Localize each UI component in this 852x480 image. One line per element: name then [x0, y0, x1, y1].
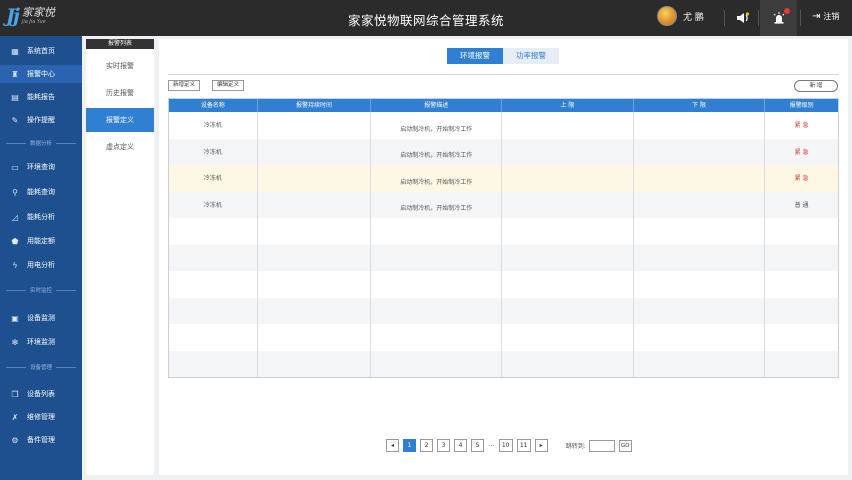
edit-definition-button[interactable]: 编辑定义	[212, 80, 245, 91]
go-button[interactable]: GO	[618, 439, 632, 452]
level-badge: 紧 急	[794, 175, 809, 182]
tab-environment-alarm[interactable]: 环境报警	[447, 48, 503, 64]
pagination-ellipsis: ···	[488, 441, 495, 450]
sidebar-item-device-monitor[interactable]: ▣ 设备监测	[0, 309, 82, 327]
jump-label: 跳转到:	[565, 443, 586, 450]
column-header[interactable]: 报警描述	[371, 99, 502, 112]
alarm-definition-table: 设备名称 报警持续时间 报警描述 上 限 下 限 报警级别 冷冻机 启动制冷机，…	[168, 98, 839, 378]
level-badge: 紧 急	[794, 122, 809, 129]
table-row[interactable]: 冷冻机 启动制冷机，开始制冷工作 紧 急	[169, 112, 838, 139]
snowflake-icon: ✻	[11, 337, 19, 347]
tab-bar: 环境报警 功率报警	[447, 48, 559, 64]
table-row[interactable]: 冷冻机 启动制冷机，开始制冷工作 紧 急	[169, 165, 838, 192]
submenu-title: 报警列表	[86, 39, 154, 49]
table-row[interactable]: 冷冻机 启动制冷机，开始制冷工作 紧 急	[169, 138, 838, 165]
logo-mark: Jj	[6, 5, 20, 27]
bolt-icon: ϟ	[12, 260, 18, 270]
sidebar-item-spare-parts[interactable]: ⚙ 备件管理	[0, 431, 82, 449]
table-row	[169, 244, 838, 271]
logout-label: 注销	[823, 12, 840, 21]
user-menu[interactable]: 尤 鹏	[657, 6, 704, 26]
page-button[interactable]: 11	[516, 439, 531, 452]
table-header: 设备名称 报警持续时间 报警描述 上 限 下 限 报警级别	[169, 99, 838, 112]
shield-icon: ⬟	[11, 236, 19, 246]
logout-icon: ⇥	[812, 11, 821, 22]
divider	[758, 10, 759, 26]
submenu-item-history-alarm[interactable]: 历史报警	[86, 81, 154, 105]
wrench-icon: ✎	[11, 115, 19, 125]
add-definition-button[interactable]: 新增定义	[168, 80, 201, 91]
speaker-icon[interactable]	[734, 9, 752, 27]
sidebar-item-alarm-center[interactable]: ♜ 报警中心	[0, 65, 82, 83]
prev-page-button[interactable]: ◂	[386, 439, 399, 452]
next-page-button[interactable]: ▸	[534, 439, 548, 452]
page-jump-input[interactable]	[588, 439, 615, 452]
sidebar: ▦ 系统首页 ♜ 报警中心 ▤ 能耗报告 ✎ 操作提醒 数据分析 ▭ 环境查询 …	[0, 36, 82, 480]
sidebar-group-data-analysis: 数据分析	[6, 138, 77, 148]
page-button[interactable]: 1	[403, 439, 416, 452]
user-name: 尤 鹏	[683, 12, 704, 23]
top-bar: Jj 家家悦 Jia Jia Yue 家家悦物联网综合管理系统 尤 鹏 ⇥ 注销	[0, 0, 852, 36]
submenu-item-alarm-definition[interactable]: 报警定义	[86, 108, 154, 132]
column-header[interactable]: 设备名称	[169, 99, 258, 112]
device-icon: ▣	[11, 313, 19, 323]
column-header[interactable]: 下 限	[634, 99, 766, 112]
parts-icon: ⚙	[11, 435, 19, 445]
grid-icon: ▦	[11, 46, 19, 56]
avatar	[657, 6, 677, 26]
submenu: 报警列表 实时报警 历史报警 报警定义 虚点定义	[86, 39, 154, 475]
logo-subtext: Jia Jia Yue	[21, 19, 46, 25]
divider	[724, 10, 725, 26]
divider	[800, 10, 801, 26]
table-row	[169, 218, 838, 245]
sidebar-item-environment-monitor[interactable]: ✻ 环境监测	[0, 333, 82, 351]
sidebar-item-power-analysis[interactable]: ϟ 用电分析	[0, 256, 82, 274]
search-icon: ⚲	[12, 187, 18, 197]
sidebar-item-energy-report[interactable]: ▤ 能耗报告	[0, 88, 82, 106]
divider	[168, 74, 839, 75]
page-button[interactable]: 5	[471, 439, 484, 452]
column-header[interactable]: 报警持续时间	[258, 99, 372, 112]
table-row	[169, 271, 838, 298]
sidebar-item-energy-analysis[interactable]: ◿ 能耗分析	[0, 208, 82, 226]
level-badge: 紧 急	[794, 148, 809, 156]
column-header[interactable]: 上 限	[502, 99, 634, 112]
sidebar-group-device-management: 设备管理	[6, 362, 77, 372]
sidebar-group-realtime-monitor: 实时监控	[6, 285, 77, 295]
logo-text: 家家悦	[21, 6, 55, 19]
main-panel: 环境报警 功率报警 新增定义 编辑定义 新 增 设备名称 报警持续时间 报警描述…	[159, 39, 848, 475]
sidebar-item-environment-query[interactable]: ▭ 环境查询	[0, 158, 82, 176]
submenu-item-realtime-alarm[interactable]: 实时报警	[86, 54, 154, 78]
sidebar-item-device-list[interactable]: ❐ 设备列表	[0, 385, 82, 403]
table-row	[169, 297, 838, 324]
level-badge: 普 通	[794, 201, 809, 209]
sidebar-item-energy-query[interactable]: ⚲ 能耗查询	[0, 183, 82, 201]
notification-badge	[784, 8, 790, 14]
new-button[interactable]: 新 增	[794, 80, 838, 92]
column-header[interactable]: 报警级别	[765, 99, 838, 112]
sidebar-item-maintenance[interactable]: ✗ 维修管理	[0, 408, 82, 426]
tab-power-alarm[interactable]: 功率报警	[503, 48, 559, 64]
submenu-item-virtual-point[interactable]: 虚点定义	[86, 135, 154, 159]
table-row[interactable]: 冷冻机 启动制冷机，开始制冷工作 普 通	[169, 191, 838, 218]
page-button[interactable]: 10	[498, 439, 513, 452]
report-icon: ▤	[11, 92, 19, 102]
alarm-icon: ♜	[11, 69, 19, 79]
logout-button[interactable]: ⇥ 注销	[812, 11, 839, 22]
tools-icon: ✗	[11, 412, 19, 422]
page-button[interactable]: 3	[437, 439, 450, 452]
table-row	[169, 324, 838, 351]
logo: Jj 家家悦 Jia Jia Yue	[6, 5, 55, 27]
pagination: ◂ 1 2 3 4 5 ··· 10 11 ▸ 跳转到: GO	[386, 439, 632, 452]
list-icon: ❐	[11, 389, 19, 399]
sidebar-item-home[interactable]: ▦ 系统首页	[0, 42, 82, 60]
page-button[interactable]: 4	[454, 439, 467, 452]
monitor-icon: ▭	[11, 162, 19, 172]
sidebar-item-energy-quota[interactable]: ⬟ 用能定额	[0, 232, 82, 250]
sidebar-item-operation-reminder[interactable]: ✎ 操作提醒	[0, 111, 82, 129]
chart-icon: ◿	[11, 212, 19, 222]
table-row	[169, 350, 838, 377]
page-button[interactable]: 2	[420, 439, 433, 452]
